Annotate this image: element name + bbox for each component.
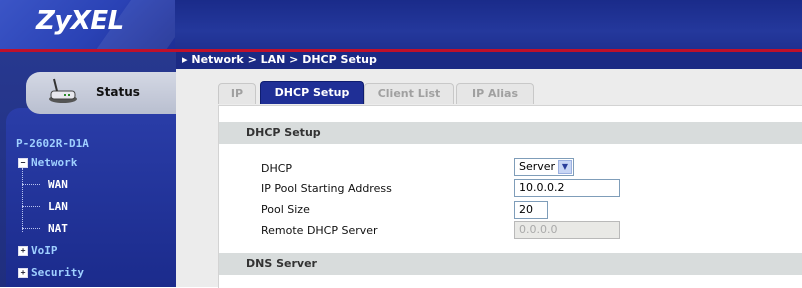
sidebar-item-voip[interactable]: + VoIP [18,244,58,257]
tree-branch [22,228,40,229]
tree-branch [22,184,40,185]
section-title: DHCP Setup [246,126,321,139]
sidebar-item-label: Network [31,156,78,169]
pool-size-label: Pool Size [261,203,310,216]
breadcrumb-arrow-icon: ▸ [182,53,192,66]
pool-size-input[interactable]: 20 [514,201,548,219]
tree-branch [22,206,40,207]
section-dhcp-setup: DHCP Setup [219,122,802,144]
dhcp-mode-select[interactable]: Server ▼ [514,158,574,176]
tab-dhcp-setup[interactable]: DHCP Setup [260,81,364,104]
dhcp-label: DHCP [261,162,293,175]
tab-ip[interactable]: IP [218,83,256,104]
status-label: Status [96,85,140,99]
status-button[interactable]: Status [26,72,176,114]
sidebar-item-security[interactable]: + Security [18,266,84,279]
expand-icon[interactable]: + [18,246,28,256]
dhcp-mode-value: Server [519,160,556,173]
chevron-down-icon[interactable]: ▼ [558,160,572,174]
section-title: DNS Server [246,257,317,270]
tab-ip-alias[interactable]: IP Alias [456,83,534,104]
breadcrumb-text: Network > LAN > DHCP Setup [191,53,377,66]
router-icon [49,78,77,103]
zyxel-logo: ZyXEL [36,6,124,36]
ip-pool-start-input[interactable]: 10.0.0.2 [514,179,620,197]
top-header: ZyXEL [0,0,802,52]
device-name: P-2602R-D1A [16,137,89,150]
main-content: IP DHCP Setup Client List IP Alias DHCP … [176,69,802,288]
breadcrumb-bar: ▸ Network > LAN > DHCP Setup [176,52,802,69]
nav-panel [6,108,176,287]
collapse-icon[interactable]: − [18,158,28,168]
settings-panel: DHCP Setup DHCP Server ▼ IP Pool Startin… [218,105,802,288]
sidebar-item-wan[interactable]: WAN [48,178,68,191]
expand-icon[interactable]: + [18,268,28,278]
sidebar-item-label: VoIP [31,244,58,257]
remote-dhcp-label: Remote DHCP Server [261,224,378,237]
tree-line [22,168,23,232]
sidebar-item-lan[interactable]: LAN [48,200,68,213]
breadcrumb: ▸ Network > LAN > DHCP Setup [182,53,377,66]
remote-dhcp-server-input: 0.0.0.0 [514,221,620,239]
sidebar-item-label: Security [31,266,84,279]
sidebar-item-network[interactable]: − Network [18,156,77,169]
section-dns-server: DNS Server [219,253,802,275]
sidebar-item-nat[interactable]: NAT [48,222,68,235]
ip-pool-label: IP Pool Starting Address [261,182,392,195]
tab-client-list[interactable]: Client List [364,83,454,104]
